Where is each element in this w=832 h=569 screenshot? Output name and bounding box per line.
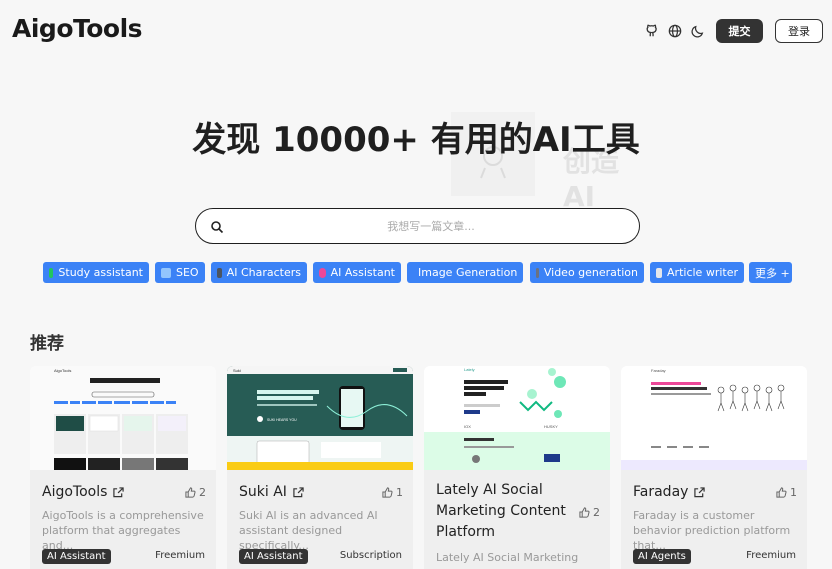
hero-title: 发现 10000+ 有用的AI工具	[192, 120, 640, 160]
tool-description: Faraday is a customer behavior predictio…	[633, 509, 791, 552]
like-count-value: 2	[593, 506, 600, 519]
tag-label: Study assistant	[58, 266, 143, 279]
svg-text:IOX: IOX	[464, 424, 471, 429]
tool-card[interactable]: Lately IOX HUSKY Lately AI Social Market…	[424, 366, 610, 569]
like-count-value: 1	[790, 486, 797, 499]
svg-text:Faraday: Faraday	[651, 368, 666, 373]
tag-article-writer[interactable]: Article writer	[650, 262, 744, 283]
github-icon[interactable]	[644, 23, 660, 39]
section-title-recommended: 推荐	[30, 334, 64, 354]
book-icon	[49, 267, 54, 278]
header: AigoTools 提交 登录	[0, 0, 832, 64]
external-link-icon[interactable]	[694, 486, 706, 498]
tool-name-text: AigoTools	[42, 484, 108, 500]
tag-label: Video generation	[543, 266, 638, 279]
brain-icon	[319, 267, 326, 278]
tool-description: Suki AI is an advanced AI assistant desi…	[239, 509, 378, 552]
tag-video-generation[interactable]: Video generation	[530, 262, 644, 283]
like-count-value: 2	[199, 486, 206, 499]
thumbs-up-icon	[382, 487, 393, 498]
tool-name[interactable]: Suki AI	[239, 484, 304, 500]
svg-text:Lately: Lately	[464, 367, 475, 372]
newspaper-icon	[656, 267, 663, 278]
tag-ai-assistant[interactable]: AI Assistant	[313, 262, 401, 283]
tag-label: SEO	[176, 266, 199, 279]
like-count[interactable]: 1	[776, 486, 797, 499]
submit-button[interactable]: 提交	[716, 19, 763, 43]
category-badge[interactable]: AI Agents	[633, 549, 691, 564]
tool-name[interactable]: Faraday	[633, 484, 706, 500]
svg-text:AigoTools: AigoTools	[54, 368, 71, 373]
tool-description: AigoTools is a comprehensive platform th…	[42, 509, 204, 552]
tool-screenshot: AigoTools	[30, 366, 216, 470]
tag-label: AI Assistant	[330, 266, 395, 279]
tool-name[interactable]: AigoTools	[42, 484, 125, 500]
tag-image-generation[interactable]: Image Generation	[407, 262, 523, 283]
tool-description: Lately AI Social Marketing	[436, 551, 579, 564]
svg-text:Suki: Suki	[233, 368, 241, 373]
magnifier-icon	[161, 267, 171, 278]
search-input[interactable]	[236, 215, 626, 237]
more-tags-button[interactable]: 更多 +	[749, 262, 792, 283]
tool-screenshot: Lately IOX HUSKY	[424, 366, 610, 470]
tag-seo[interactable]: SEO	[155, 262, 205, 283]
pricing-label: Freemium	[746, 550, 796, 561]
video-icon	[536, 267, 539, 278]
thumbs-up-icon	[185, 487, 196, 498]
tool-card[interactable]: Faraday Faraday 1 Faraday is a customer …	[621, 366, 807, 569]
external-link-icon[interactable]	[113, 486, 125, 498]
svg-text:SUKI HEARS YOU: SUKI HEARS YOU	[267, 418, 297, 422]
tool-name[interactable]: Lately AI Social Marketing Content Platf…	[436, 480, 576, 543]
like-count-value: 1	[396, 486, 403, 499]
like-count[interactable]: 1	[382, 486, 403, 499]
character-icon	[217, 267, 222, 278]
tool-name-text: Faraday	[633, 484, 689, 500]
category-badge[interactable]: AI Assistant	[42, 549, 111, 564]
logo[interactable]: AigoTools	[12, 14, 143, 43]
tag-label: Image Generation	[418, 266, 518, 279]
globe-icon[interactable]	[667, 23, 683, 39]
thumbs-up-icon	[579, 507, 590, 518]
pricing-label: Subscription	[339, 550, 402, 561]
login-button[interactable]: 登录	[775, 19, 823, 43]
like-count[interactable]: 2	[185, 486, 206, 499]
tag-label: Article writer	[667, 266, 738, 279]
moon-icon[interactable]	[690, 23, 706, 39]
tool-card[interactable]: Suki SUKI HEARS YOU Suki AI 1 Suki AI is…	[227, 366, 413, 569]
tag-study-assistant[interactable]: Study assistant	[43, 262, 149, 283]
search-bar[interactable]	[195, 208, 640, 244]
tool-name-text: Suki AI	[239, 484, 287, 500]
tag-label: AI Characters	[226, 266, 301, 279]
category-badge[interactable]: AI Assistant	[239, 549, 308, 564]
tool-screenshot: Faraday	[621, 366, 807, 470]
search-icon	[210, 219, 224, 234]
svg-text:HUSKY: HUSKY	[544, 424, 558, 429]
external-link-icon[interactable]	[293, 486, 304, 498]
tool-card[interactable]: AigoTools AigoTools 2 AigoTools is a com…	[30, 366, 216, 569]
tag-ai-characters[interactable]: AI Characters	[211, 262, 307, 283]
pricing-label: Freemium	[155, 550, 205, 561]
tool-screenshot: Suki SUKI HEARS YOU	[227, 366, 413, 470]
like-count[interactable]: 2	[579, 506, 600, 519]
thumbs-up-icon	[776, 487, 787, 498]
